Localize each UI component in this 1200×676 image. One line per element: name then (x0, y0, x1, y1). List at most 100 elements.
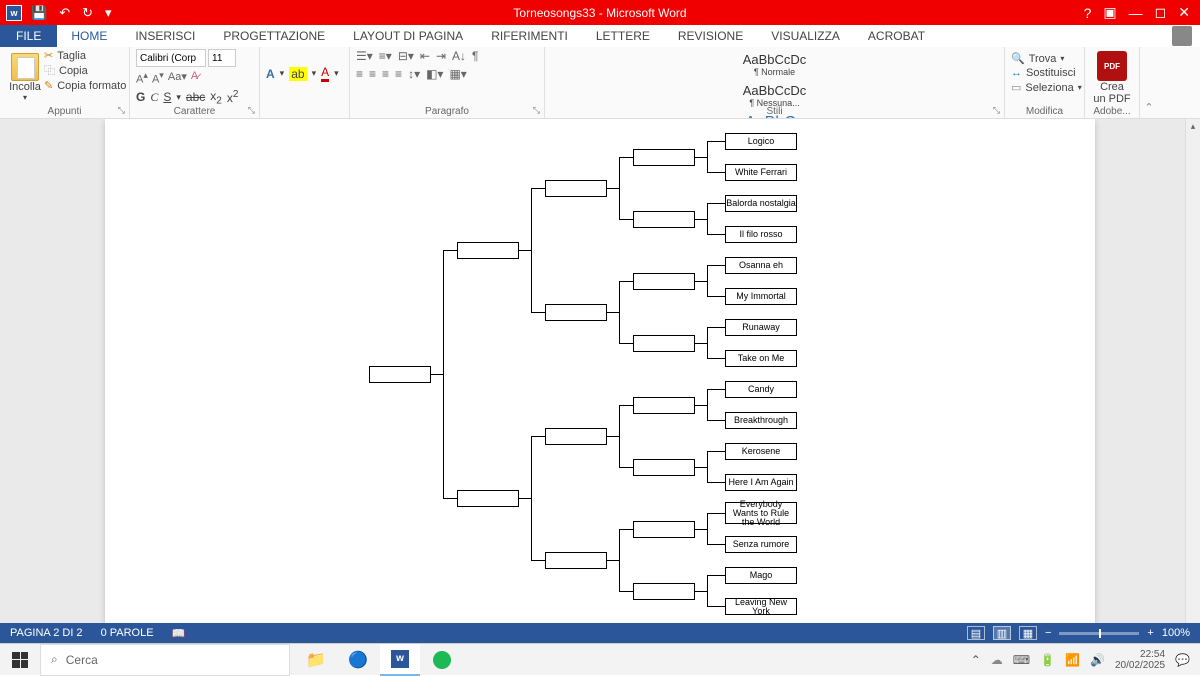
qat-undo-icon[interactable]: ↶ (56, 5, 73, 21)
ribbon-options-icon[interactable]: ▣ (1103, 4, 1116, 21)
tray-keyboard-icon[interactable]: ⌨ (1013, 653, 1030, 667)
tab-progettazione[interactable]: PROGETTAZIONE (209, 25, 339, 47)
style-normale[interactable]: AaBbCcDc¶ Normale (551, 49, 998, 80)
close-icon[interactable]: ✕ (1178, 4, 1190, 21)
tab-file[interactable]: FILE (0, 25, 57, 47)
help-icon[interactable]: ? (1084, 5, 1092, 21)
bracket-slot[interactable] (369, 366, 431, 383)
borders-button[interactable]: ▦▾ (449, 67, 466, 81)
paste-button[interactable]: Incolla ▾ (6, 49, 44, 102)
bracket-entry[interactable]: Here I Am Again (725, 474, 797, 491)
tab-lettere[interactable]: LETTERE (582, 25, 664, 47)
bracket-entry[interactable]: Breakthrough (725, 412, 797, 429)
bracket-slot[interactable] (633, 583, 695, 600)
bracket-slot[interactable] (633, 459, 695, 476)
change-case-icon[interactable]: Aa▾ (168, 70, 187, 86)
bold-button[interactable]: G (136, 90, 145, 104)
highlight-button[interactable]: ab (289, 67, 306, 81)
bracket-entry[interactable]: Everybody Wants to Rule the World (725, 502, 797, 524)
bracket-entry[interactable]: Kerosene (725, 443, 797, 460)
tab-acrobat[interactable]: ACROBAT (854, 25, 939, 47)
web-layout-icon[interactable]: ▦ (1019, 626, 1037, 640)
text-effects-button[interactable]: A (266, 67, 275, 81)
qat-redo-icon[interactable]: ↻ (79, 5, 96, 21)
bracket-slot[interactable] (545, 552, 607, 569)
zoom-slider[interactable] (1059, 632, 1139, 635)
maximize-icon[interactable]: ◻ (1155, 4, 1167, 21)
bracket-entry[interactable]: Leaving New York (725, 598, 797, 615)
scroll-up-icon[interactable]: ▴ (1186, 119, 1200, 133)
align-right-button[interactable]: ≡ (382, 67, 389, 81)
minimize-icon[interactable]: — (1129, 5, 1143, 21)
bracket-slot[interactable] (633, 521, 695, 538)
font-name-input[interactable] (136, 49, 206, 67)
read-mode-icon[interactable]: ▤ (967, 626, 985, 640)
tab-home[interactable]: HOME (57, 25, 121, 47)
clipboard-dialog-icon[interactable]: ⤡ (118, 105, 125, 116)
inc-indent-button[interactable]: ⇥ (436, 49, 446, 63)
shrink-font-icon[interactable]: A▾ (152, 70, 164, 86)
proofing-icon[interactable]: 📖 (172, 627, 186, 640)
task-chrome-icon[interactable]: 🔵 (338, 644, 378, 676)
bracket-slot[interactable] (545, 180, 607, 197)
bracket-slot[interactable] (457, 490, 519, 507)
tray-wifi-icon[interactable]: 📶 (1065, 653, 1080, 667)
bracket-slot[interactable] (633, 273, 695, 290)
paragraph-dialog-icon[interactable]: ⤡ (533, 105, 540, 116)
styles-dialog-icon[interactable]: ⤡ (993, 105, 1000, 116)
bracket-entry[interactable]: White Ferrari (725, 164, 797, 181)
tab-inserisci[interactable]: INSERISCI (121, 25, 209, 47)
task-explorer-icon[interactable]: 📁 (296, 644, 336, 676)
align-left-button[interactable]: ≡ (356, 67, 363, 81)
bracket-slot[interactable] (633, 397, 695, 414)
bullets-button[interactable]: ☰▾ (356, 49, 373, 63)
vertical-scrollbar[interactable]: ▴ (1185, 119, 1200, 623)
justify-button[interactable]: ≡ (395, 67, 402, 81)
user-avatar[interactable] (1172, 26, 1192, 46)
tray-notifications-icon[interactable]: 💬 (1175, 653, 1190, 667)
underline-button[interactable]: S (163, 90, 171, 104)
tray-battery-icon[interactable]: 🔋 (1040, 653, 1055, 667)
italic-button[interactable]: C (150, 90, 158, 105)
font-color-button[interactable]: A (321, 65, 329, 82)
replace-button[interactable]: ↔Sostituisci (1011, 66, 1078, 80)
tab-layout[interactable]: LAYOUT DI PAGINA (339, 25, 477, 47)
line-spacing-button[interactable]: ↕▾ (408, 67, 420, 81)
show-marks-button[interactable]: ¶ (472, 49, 478, 63)
qat-save-icon[interactable]: 💾 (28, 5, 50, 21)
tab-visualizza[interactable]: VISUALIZZA (757, 25, 854, 47)
bracket-entry[interactable]: My Immortal (725, 288, 797, 305)
strike-button[interactable]: abc (186, 90, 205, 104)
sort-button[interactable]: A↓ (452, 49, 466, 63)
task-word-icon[interactable]: w (380, 644, 420, 676)
bracket-slot[interactable] (633, 335, 695, 352)
select-button[interactable]: ▭Seleziona▾ (1011, 80, 1078, 95)
copy-button[interactable]: ⿻Copia (44, 64, 126, 79)
clear-format-icon[interactable]: A̷ (191, 70, 198, 86)
document-page[interactable]: LogicoWhite FerrariBalorda nostalgiaIl f… (105, 119, 1095, 623)
zoom-out-icon[interactable]: − (1045, 627, 1051, 639)
bracket-slot[interactable] (545, 428, 607, 445)
print-layout-icon[interactable]: ▥ (993, 626, 1011, 640)
adobe-pdf-icon[interactable]: PDF (1097, 51, 1127, 81)
bracket-entry[interactable]: Candy (725, 381, 797, 398)
numbering-button[interactable]: ≡▾ (379, 49, 392, 63)
bracket-entry[interactable]: Senza rumore (725, 536, 797, 553)
bracket-entry[interactable]: Mago (725, 567, 797, 584)
page-indicator[interactable]: PAGINA 2 DI 2 (10, 627, 83, 640)
subscript-button[interactable]: x2 (210, 89, 222, 106)
taskbar-search[interactable]: ⌕Cerca (40, 644, 290, 676)
bracket-entry[interactable]: Logico (725, 133, 797, 150)
zoom-in-icon[interactable]: + (1147, 627, 1153, 639)
tab-revisione[interactable]: REVISIONE (664, 25, 757, 47)
zoom-level[interactable]: 100% (1162, 627, 1190, 639)
grow-font-icon[interactable]: A▴ (136, 70, 148, 86)
dec-indent-button[interactable]: ⇤ (420, 49, 430, 63)
bracket-entry[interactable]: Il filo rosso (725, 226, 797, 243)
tray-chevron-icon[interactable]: ⌃ (971, 653, 981, 667)
tray-onedrive-icon[interactable]: ☁ (991, 653, 1003, 667)
superscript-button[interactable]: x2 (227, 89, 239, 105)
bracket-entry[interactable]: Osanna eh (725, 257, 797, 274)
find-button[interactable]: 🔍Trova▾ (1011, 51, 1078, 66)
bracket-slot[interactable] (633, 211, 695, 228)
